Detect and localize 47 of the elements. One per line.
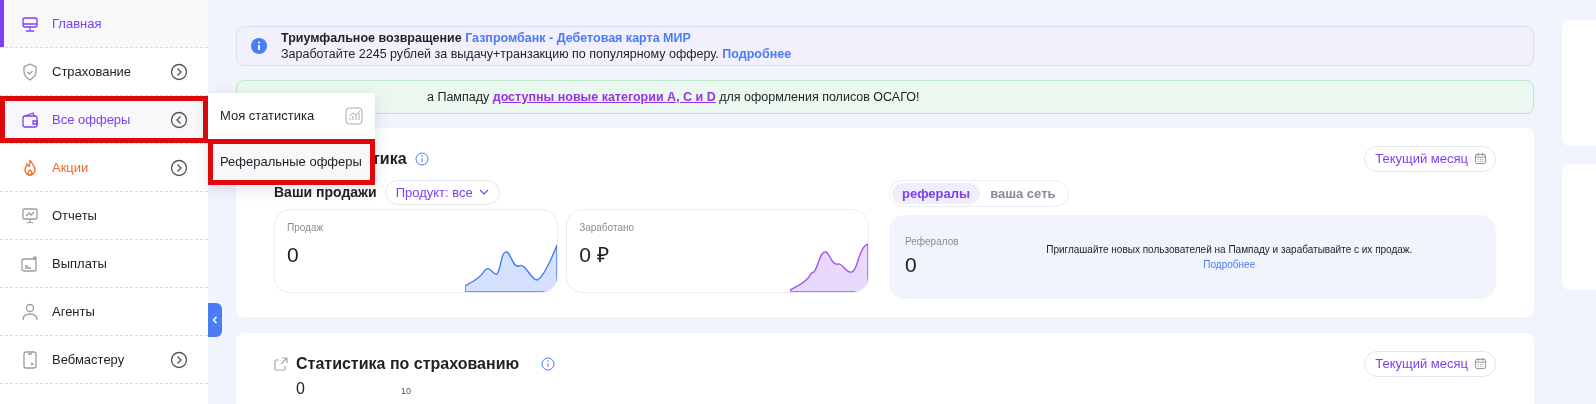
- info-icon: [541, 356, 556, 371]
- calendar-icon: [1474, 357, 1487, 371]
- card-title: Статистика по страхованию: [296, 353, 520, 374]
- chevron-right-icon[interactable]: [170, 62, 188, 81]
- product-dropdown[interactable]: Продукт: все: [384, 179, 500, 205]
- stat-value: 0: [287, 242, 299, 268]
- categories-link[interactable]: доступны новые категории A, C и D: [492, 89, 716, 104]
- more-link[interactable]: Подробнее: [722, 47, 792, 61]
- collapse-button[interactable]: [208, 303, 222, 337]
- banner-text: Заработайте 2245 рублей за выдачу+транзакцию по популярному офферу. Подробнее: [281, 46, 792, 62]
- tab[interactable]: ваша сеть: [980, 182, 1066, 204]
- referral-count: 0: [905, 251, 918, 278]
- stat-value: 0: [296, 378, 305, 399]
- referral-text: Приглашайте новых пользователей на Пампаду и зарабатывайте с их продаж.: [1045, 243, 1414, 257]
- chevron-right-icon[interactable]: [170, 350, 188, 369]
- banner-title: Триумфальное возвращение Газпромбанк - Дебетовая карта МИР: [281, 30, 692, 46]
- banner-link[interactable]: Газпромбанк - Дебетовая карта МИР: [465, 31, 691, 45]
- stat-label: Заработано: [579, 221, 636, 235]
- more-link[interactable]: Подробнее: [1203, 259, 1256, 270]
- submenu-item[interactable]: Реферальные офферы: [208, 139, 375, 185]
- shield-icon: [20, 61, 40, 82]
- tablet-icon: [20, 349, 40, 370]
- caret-icon: [478, 189, 489, 196]
- submenu-item[interactable]: Моя статистика: [208, 93, 375, 139]
- tab[interactable]: рефералы: [892, 182, 981, 204]
- presentation-icon: [20, 205, 40, 226]
- wallet-icon: [20, 109, 40, 130]
- card-title: тика: [372, 148, 407, 169]
- info-icon: [251, 38, 267, 54]
- user-icon: [20, 301, 40, 322]
- calendar-icon: [1474, 152, 1487, 166]
- period-button[interactable]: Текущий месяц: [1364, 146, 1496, 172]
- info-icon: [414, 151, 429, 166]
- chart-icon: [345, 107, 363, 125]
- stat-value: 0 ₽: [579, 242, 609, 268]
- referral-label: Рефералов: [905, 234, 959, 249]
- receipt-icon: [20, 253, 40, 274]
- chevron-left-icon[interactable]: [170, 110, 188, 129]
- axis-tick: 10: [400, 384, 411, 398]
- sidebar-item[interactable]: Все офферы: [0, 96, 208, 144]
- banner-text: а Пампаду доступны новые категории A, C и D для оформления полисов ОСАГО!: [427, 88, 920, 106]
- chevron-right-icon[interactable]: [170, 158, 188, 177]
- stat-label: Продаж: [287, 221, 325, 235]
- chevron-left-icon: [212, 316, 218, 324]
- period-button[interactable]: Текущий месяц: [1364, 351, 1496, 377]
- section-title: Ваши продажи: [274, 182, 377, 202]
- sidebar-item[interactable]: Главная: [0, 0, 208, 48]
